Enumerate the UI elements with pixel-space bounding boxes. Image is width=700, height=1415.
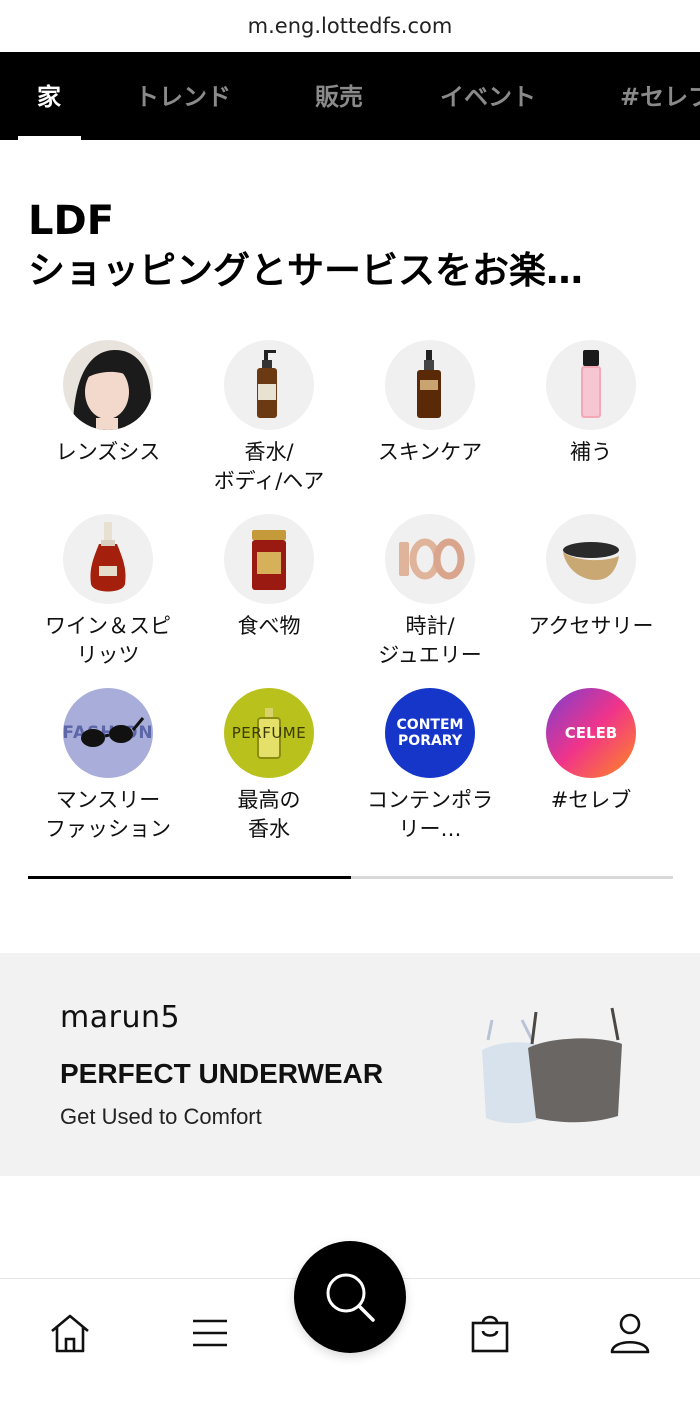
sunglasses-icon: FASHION — [63, 688, 153, 778]
carousel-progress-track — [28, 876, 673, 879]
tab-trend[interactable]: トレンド — [135, 52, 231, 140]
serum-bottle-icon — [385, 340, 475, 430]
title-line-2: ショッピングとサービスをお楽… — [28, 249, 583, 292]
celeb-badge-icon: CELEB — [546, 688, 636, 778]
tab-home[interactable]: 家 — [37, 52, 61, 140]
ginseng-jar-icon — [224, 514, 314, 604]
contemporary-badge-icon: CONTEM PORARY — [385, 688, 475, 778]
category-label: 時計/ ジュエリー — [378, 614, 482, 667]
lip-gloss-icon — [546, 340, 636, 430]
category-food[interactable]: 食べ物 — [189, 514, 349, 641]
shopping-bag-icon[interactable] — [460, 1303, 520, 1363]
model-photo-icon — [63, 340, 153, 430]
banner-subtitle: Get Used to Comfort — [60, 1104, 262, 1129]
category-label: 補う — [570, 440, 612, 464]
url-text: m.eng.lottedfs.com — [247, 14, 453, 38]
carousel-progress-fill — [28, 876, 351, 879]
home-icon[interactable] — [40, 1303, 100, 1363]
category-lenses[interactable]: レンズシス — [28, 340, 188, 467]
camisole-image — [482, 1007, 622, 1124]
category-monthly-fashion[interactable]: FASHION マンスリー ファッション — [28, 688, 188, 844]
category-label: 最高の 香水 — [237, 788, 301, 841]
category-fragrance-body-hair[interactable]: 香水/ ボディ/ヘア — [189, 340, 349, 496]
category-celeb[interactable]: CELEB #セレブ — [511, 688, 671, 815]
tab-celeb[interactable]: #セレブ — [620, 52, 700, 140]
celeb-badge-text: CELEB — [564, 724, 618, 742]
category-label: #セレブ — [550, 788, 632, 812]
category-watch-jewelry[interactable]: 時計/ ジュエリー — [350, 514, 510, 670]
top-tab-bar: 家 トレンド 販売 イベント #セレブ — [0, 52, 700, 140]
active-tab-indicator — [18, 136, 81, 140]
category-label: レンズシス — [55, 440, 161, 464]
category-skincare[interactable]: スキンケア — [350, 340, 510, 467]
search-button[interactable] — [294, 1241, 406, 1353]
category-label: コンテンポラ リー… — [367, 788, 493, 841]
category-contemporary[interactable]: CONTEM PORARY コンテンポラ リー… — [350, 688, 510, 844]
tab-event[interactable]: イベント — [440, 52, 536, 140]
contemporary-badge-text: CONTEM PORARY — [396, 717, 464, 749]
perfume-bottle-icon: PERFUME — [224, 688, 314, 778]
title-line-1: LDF — [28, 198, 115, 244]
cognac-bottle-icon — [63, 514, 153, 604]
gold-rings-icon — [385, 514, 475, 604]
category-label: スキンケア — [377, 440, 483, 464]
category-best-perfume[interactable]: PERFUME 最高の 香水 — [189, 688, 349, 844]
category-makeup[interactable]: 補う — [511, 340, 671, 467]
tab-sale[interactable]: 販売 — [315, 52, 363, 140]
category-accessories[interactable]: アクセサリー — [511, 514, 671, 641]
category-label: アクセサリー — [528, 614, 654, 638]
search-icon — [326, 1273, 375, 1322]
pump-bottle-icon — [224, 340, 314, 430]
category-label: マンスリー ファッション — [45, 788, 171, 841]
user-icon[interactable] — [600, 1303, 660, 1363]
perfume-badge-text: PERFUME — [231, 724, 307, 742]
banner-title: PERFECT UNDERWEAR — [60, 1058, 384, 1089]
category-label: ワイン＆スピ リッツ — [45, 614, 171, 667]
category-label: 食べ物 — [237, 614, 301, 638]
category-label: 香水/ ボディ/ヘア — [213, 440, 325, 493]
category-wine-spirits[interactable]: ワイン＆スピ リッツ — [28, 514, 188, 670]
page-title: LDF ショッピングとサービスをお楽… — [28, 196, 688, 296]
banner-brand: marun5 — [60, 1000, 181, 1035]
url-bar[interactable]: m.eng.lottedfs.com — [0, 0, 700, 52]
menu-icon[interactable] — [180, 1303, 240, 1363]
sun-visor-icon — [546, 514, 636, 604]
